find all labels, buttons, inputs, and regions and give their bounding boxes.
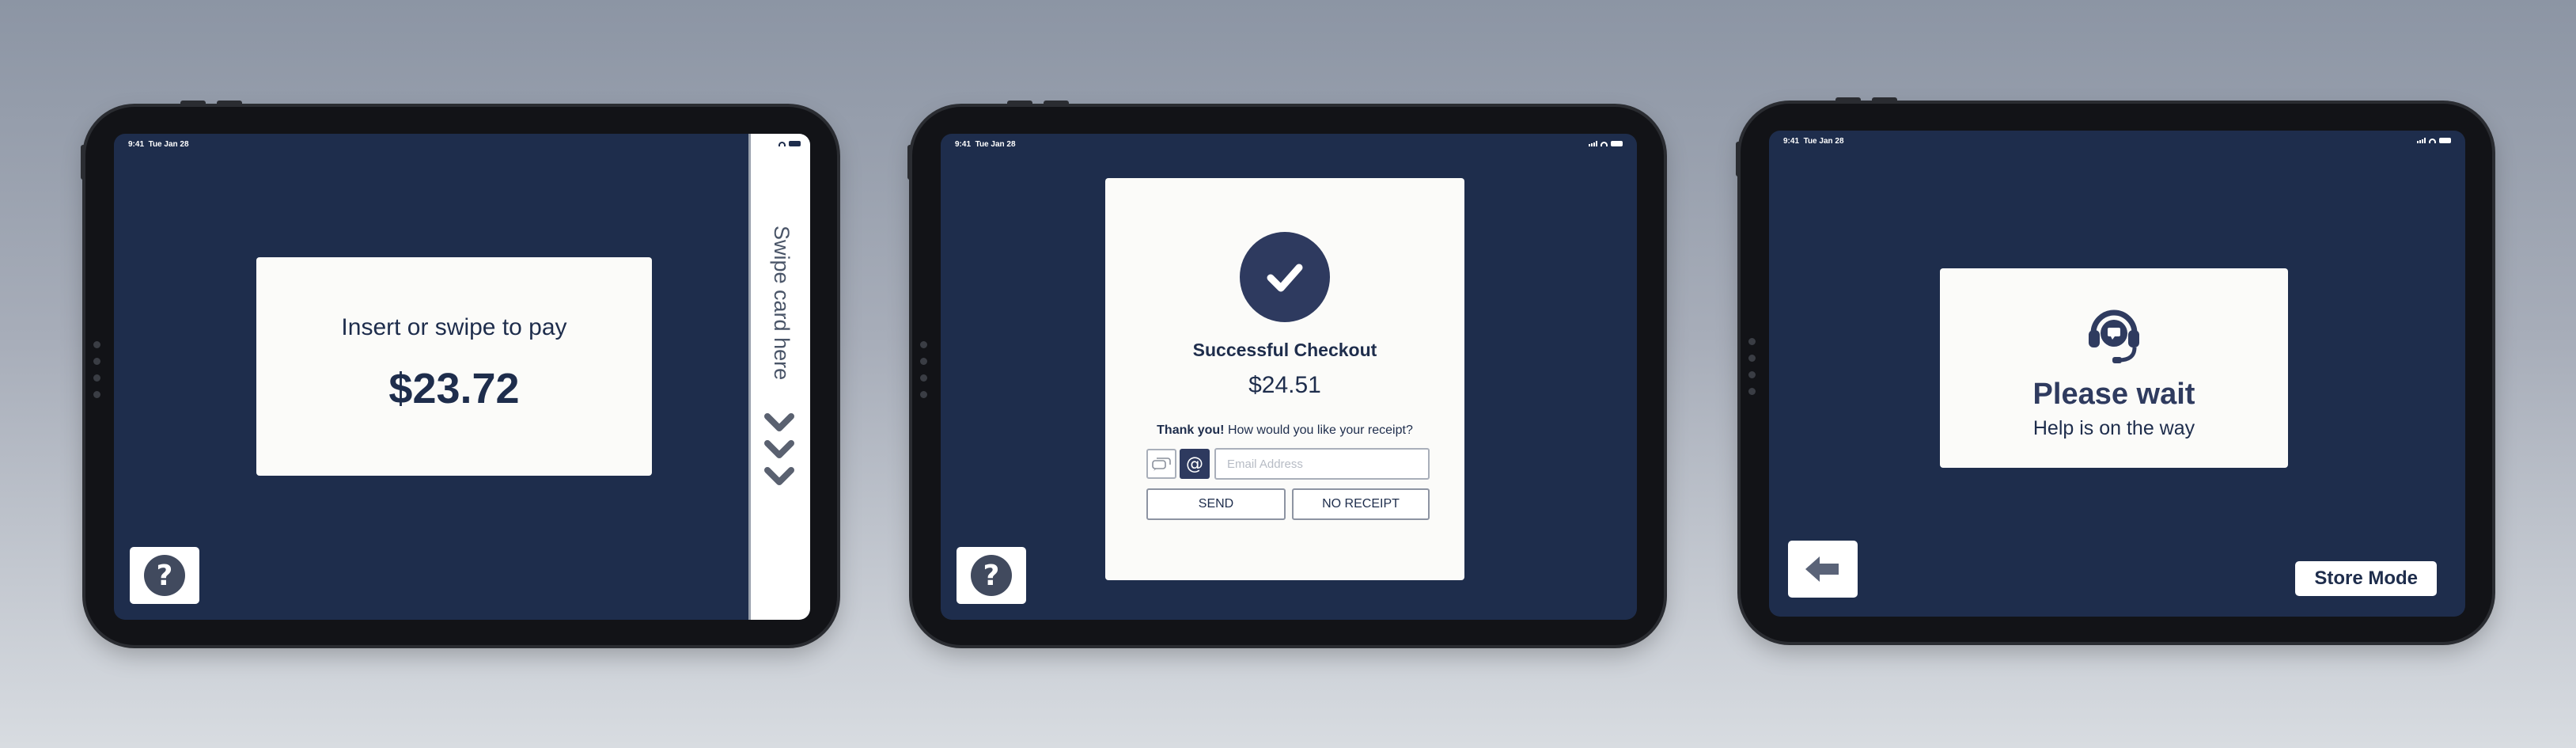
- support-headset-icon: [2089, 309, 2139, 363]
- status-date: Tue Jan 28: [1803, 137, 1844, 146]
- tablet-top-button: [1872, 97, 1897, 104]
- wait-card: Please wait Help is on the way: [1940, 268, 2288, 468]
- chevron-down-icon: [764, 467, 794, 485]
- card-swipe-strip[interactable]: Swipe card here: [748, 134, 810, 620]
- camera-sensors: [1748, 338, 1756, 404]
- signal-icon: [767, 141, 775, 146]
- pay-screen: 9:41 Tue Jan 28 Insert or swipe to pay $…: [114, 134, 810, 620]
- no-receipt-button[interactable]: NO RECEIPT: [1292, 488, 1430, 520]
- wifi-icon: [1601, 141, 1608, 146]
- sms-option-button[interactable]: [1146, 449, 1176, 479]
- pay-card: Insert or swipe to pay $23.72: [256, 257, 652, 476]
- wait-title: Please wait: [2032, 378, 2195, 411]
- battery-icon: [2439, 138, 2451, 143]
- tablet-top-button: [1835, 97, 1861, 104]
- status-bar-icons: [1589, 141, 1623, 146]
- tablet-side-button: [1736, 142, 1741, 177]
- status-bar-time: 9:41 Tue Jan 28: [955, 140, 1016, 149]
- battery-icon: [789, 141, 801, 146]
- send-button[interactable]: SEND: [1146, 488, 1286, 520]
- back-button[interactable]: [1788, 541, 1858, 598]
- status-time: 9:41: [128, 140, 145, 149]
- tablet-side-button: [81, 145, 85, 180]
- swipe-label: Swipe card here: [770, 226, 794, 381]
- help-button[interactable]: ?: [957, 547, 1026, 604]
- wait-screen: 9:41 Tue Jan 28 Please wait Help is on t…: [1769, 131, 2465, 617]
- store-mode-button[interactable]: Store Mode: [2295, 561, 2437, 596]
- receipt-question: Thank you! How would you like your recei…: [1105, 423, 1464, 438]
- signal-icon: [1589, 141, 1597, 146]
- camera-sensors: [920, 341, 927, 408]
- wifi-icon: [778, 141, 786, 146]
- status-date: Tue Jan 28: [148, 140, 189, 149]
- tablet-top-button: [1044, 101, 1069, 107]
- tablet-checkout: 9:41 Tue Jan 28 Successful Checkout $24.…: [907, 101, 1664, 645]
- chevron-down-icon: [764, 440, 794, 458]
- thank-you-text: Thank you!: [1157, 423, 1225, 437]
- status-bar-time: 9:41 Tue Jan 28: [1783, 137, 1844, 146]
- status-time: 9:41: [955, 140, 972, 149]
- question-mark-icon: ?: [144, 555, 185, 596]
- email-option-button[interactable]: @: [1180, 449, 1210, 479]
- signal-icon: [2417, 138, 2426, 143]
- receipt-question-text: How would you like your receipt?: [1227, 423, 1413, 437]
- tablet-wait: 9:41 Tue Jan 28 Please wait Help is on t…: [1736, 97, 2492, 642]
- checkout-title: Successful Checkout: [1192, 340, 1377, 360]
- email-address-input[interactable]: [1214, 448, 1430, 480]
- pay-amount: $23.72: [388, 365, 520, 412]
- status-time: 9:41: [1783, 137, 1800, 146]
- checkout-screen: 9:41 Tue Jan 28 Successful Checkout $24.…: [941, 134, 1637, 620]
- status-bar-icons: [2417, 138, 2451, 143]
- camera-sensors: [93, 341, 100, 408]
- email-at-icon: @: [1186, 454, 1203, 474]
- wifi-icon: [2429, 138, 2436, 143]
- arrow-left-icon: [1805, 556, 1839, 582]
- battery-icon: [1611, 141, 1623, 146]
- help-button[interactable]: ?: [130, 547, 199, 604]
- pay-prompt: Insert or swipe to pay: [341, 314, 567, 340]
- tablet-top-button: [217, 101, 242, 107]
- checkmark-icon: [1240, 232, 1330, 322]
- sms-icon: [1152, 458, 1171, 471]
- status-bar-icons: [767, 141, 801, 146]
- checkout-amount: $24.51: [1248, 372, 1321, 398]
- tablet-top-button: [1007, 101, 1032, 107]
- tablet-top-button: [180, 101, 206, 107]
- wait-subtitle: Help is on the way: [2032, 417, 2195, 439]
- status-bar-time: 9:41 Tue Jan 28: [128, 140, 189, 149]
- tablet-side-button: [907, 145, 912, 180]
- chevron-down-icon: [764, 413, 794, 431]
- question-mark-icon: ?: [971, 555, 1012, 596]
- tablet-pay: 9:41 Tue Jan 28 Insert or swipe to pay $…: [81, 101, 837, 645]
- checkout-card: Successful Checkout $24.51 Thank you! Ho…: [1105, 178, 1464, 580]
- status-date: Tue Jan 28: [975, 140, 1016, 149]
